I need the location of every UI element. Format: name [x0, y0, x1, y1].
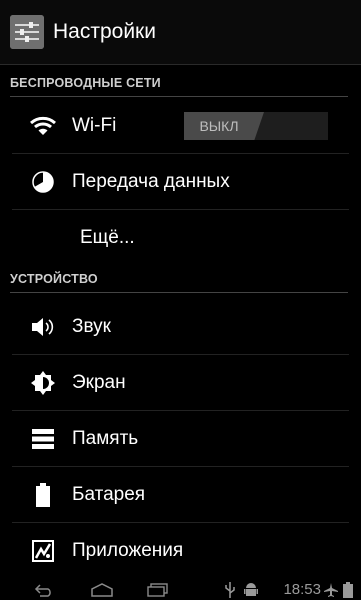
android-debug-icon [244, 582, 258, 598]
settings-item-more[interactable]: Ещё... [0, 212, 361, 264]
divider [12, 153, 349, 154]
settings-app-icon[interactable] [10, 15, 44, 49]
settings-item-battery[interactable]: Батарея [0, 469, 361, 521]
settings-item-display[interactable]: Экран [0, 357, 361, 409]
divider [12, 209, 349, 210]
settings-item-label: Wi-Fi [72, 115, 117, 136]
home-button[interactable] [90, 582, 114, 598]
settings-item-label: Звук [72, 316, 111, 337]
airplane-mode-icon [324, 582, 338, 598]
settings-item-label: Экран [72, 372, 126, 393]
settings-item-label: Ещё... [80, 227, 135, 248]
settings-item-label: Передача данных [72, 171, 230, 192]
divider [12, 354, 349, 355]
back-button[interactable] [34, 582, 54, 598]
action-bar: Настройки [0, 0, 361, 64]
battery-icon [26, 478, 60, 512]
sound-icon [26, 310, 60, 344]
settings-item-wifi[interactable]: Wi-Fi ВЫКЛ [0, 100, 361, 152]
divider [0, 64, 361, 65]
settings-item-apps[interactable]: Приложения [0, 525, 361, 577]
divider [12, 410, 349, 411]
wifi-icon [26, 109, 60, 143]
toggle-state: ВЫКЛ [199, 118, 239, 134]
usb-icon [224, 582, 236, 598]
system-bar: 18:53 [0, 580, 361, 600]
divider [12, 466, 349, 467]
recent-apps-button[interactable] [147, 582, 169, 598]
storage-icon [26, 422, 60, 456]
data-usage-icon [26, 165, 60, 199]
wifi-toggle[interactable]: ВЫКЛ [184, 112, 328, 140]
settings-item-label: Память [72, 428, 139, 449]
settings-item-sound[interactable]: Звук [0, 301, 361, 353]
settings-item-data-usage[interactable]: Передача данных [0, 156, 361, 208]
section-header-device: УСТРОЙСТВО [10, 272, 348, 293]
section-header-wireless: БЕСПРОВОДНЫЕ СЕТИ [10, 76, 348, 97]
status-time: 18:53 [283, 581, 321, 598]
battery-status-icon [343, 582, 353, 598]
settings-item-label: Батарея [72, 484, 146, 505]
divider [12, 522, 349, 523]
settings-item-storage[interactable]: Память [0, 413, 361, 465]
apps-icon [26, 534, 60, 568]
display-icon [26, 366, 60, 400]
settings-item-label: Приложения [72, 540, 184, 561]
page-title: Настройки [53, 20, 156, 43]
